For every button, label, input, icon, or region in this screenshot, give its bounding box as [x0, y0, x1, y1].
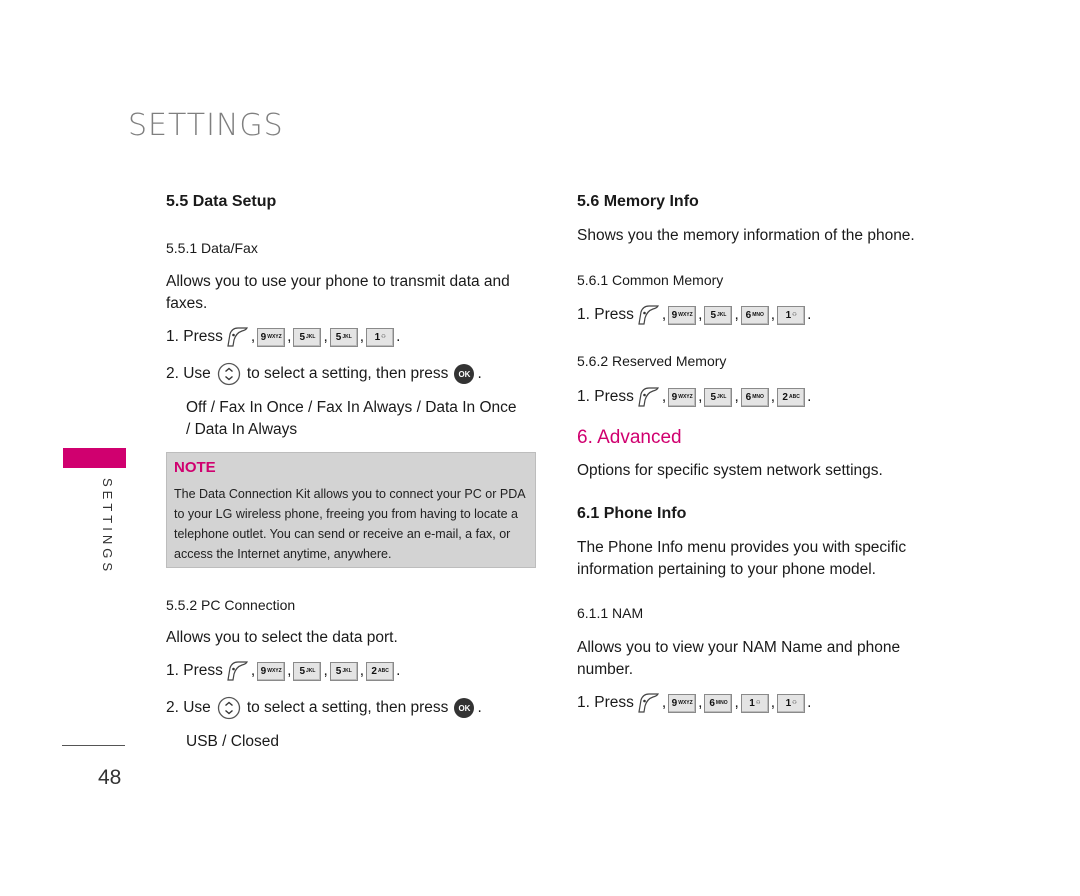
- data-fax-step-2: 2. Use to select a setting, then press O…: [166, 362, 482, 386]
- key-2-icon: 2 ABC: [777, 387, 806, 407]
- note-text: The Data Connection Kit allows you to co…: [174, 487, 525, 561]
- page-number: 48: [98, 766, 122, 789]
- step2-prefix: 2. Use: [166, 699, 211, 716]
- heading-pc-connection: 5.5.2 PC Connection: [166, 597, 296, 613]
- comma: ,: [250, 328, 256, 345]
- section-title: SETTINGS: [128, 108, 284, 143]
- heading-data-fax: 5.5.1 Data/Fax: [166, 240, 258, 256]
- data-fax-options: Off / Fax In Once / Fax In Always / Data…: [186, 397, 546, 441]
- key-5-icon: 5 JKL: [704, 305, 733, 325]
- key-5-icon: 5 JKL: [704, 387, 733, 407]
- note-title: NOTE: [174, 459, 216, 476]
- pc-connection-options: USB / Closed: [186, 733, 280, 750]
- navigation-key-icon: [217, 362, 240, 386]
- key-9-icon: 9 WXYZ: [257, 327, 286, 347]
- comma: ,: [734, 306, 739, 323]
- menu-soft-key-icon: [225, 660, 249, 682]
- pc-connection-step-1: 1. Press, 9 WXYZ, 5 JKL, 5 JKL, 2 ABC .: [166, 660, 400, 682]
- step2-text: to select a setting, then press: [246, 365, 449, 382]
- comma: ,: [661, 306, 667, 323]
- comma: ,: [359, 328, 365, 345]
- heading-reserved-memory: 5.6.2 Reserved Memory: [577, 353, 727, 369]
- side-section-label: SETTINGS: [100, 478, 115, 576]
- key-5-icon: 5 JKL: [293, 327, 322, 347]
- common-memory-step-1: 1. Press, 9 WXYZ, 5 JKL, 6 MNO, 1 ⚇ .: [577, 304, 811, 326]
- key-6-icon: 6 MNO: [740, 305, 769, 325]
- heading-advanced: 6. Advanced: [577, 427, 682, 448]
- period: .: [807, 306, 812, 323]
- key-1-icon: 1 ⚇: [777, 305, 806, 325]
- key-5-icon: 5 JKL: [329, 327, 358, 347]
- phone-info-description: The Phone Info menu provides you with sp…: [577, 539, 907, 578]
- ok-key-icon: OK: [454, 698, 475, 718]
- options-line-2: / Data In Always: [186, 421, 298, 438]
- comma: ,: [359, 662, 365, 679]
- key-2-icon: 2 ABC: [366, 661, 395, 681]
- key-9-icon: 9 WXYZ: [668, 387, 697, 407]
- period: .: [807, 694, 812, 711]
- ok-key-icon: OK: [454, 364, 475, 384]
- advanced-description: Options for specific system network sett…: [577, 462, 883, 479]
- key-6-icon: 6 MNO: [704, 693, 733, 713]
- period: .: [477, 365, 482, 382]
- period: .: [477, 699, 482, 716]
- comma: ,: [287, 328, 292, 345]
- footer-rule: [62, 745, 125, 746]
- key-9-icon: 9 WXYZ: [668, 693, 697, 713]
- key-9-icon: 9 WXYZ: [668, 305, 697, 325]
- comma: ,: [770, 388, 776, 405]
- key-1-icon: 1 ⚇: [740, 693, 769, 713]
- heading-common-memory: 5.6.1 Common Memory: [577, 272, 724, 288]
- step-prefix: 1. Press: [577, 388, 634, 405]
- comma: ,: [698, 388, 703, 405]
- comma: ,: [250, 662, 256, 679]
- comma: ,: [661, 388, 667, 405]
- nam-description: Allows you to view your NAM Name and pho…: [577, 639, 901, 678]
- comma: ,: [661, 694, 667, 711]
- memory-info-description: Shows you the memory information of the …: [577, 227, 915, 244]
- menu-soft-key-icon: [636, 386, 660, 408]
- side-tab-marker: [63, 448, 126, 468]
- comma: ,: [698, 306, 703, 323]
- menu-soft-key-icon: [636, 304, 660, 326]
- step-prefix: 1. Press: [577, 306, 634, 323]
- key-5-icon: 5 JKL: [329, 661, 358, 681]
- nam-step-1: 1. Press, 9 WXYZ, 6 MNO, 1 ⚇, 1 ⚇ .: [577, 692, 811, 714]
- key-1-icon: 1 ⚇: [366, 327, 395, 347]
- reserved-memory-step-1: 1. Press, 9 WXYZ, 5 JKL, 6 MNO, 2 ABC .: [577, 386, 811, 408]
- menu-soft-key-icon: [225, 326, 249, 348]
- step-prefix: 1. Press: [166, 662, 223, 679]
- period: .: [396, 662, 401, 679]
- heading-nam: 6.1.1 NAM: [577, 605, 644, 621]
- options-line-1: Off / Fax In Once / Fax In Always / Data…: [186, 399, 517, 416]
- navigation-key-icon: [217, 696, 240, 720]
- heading-memory-info: 5.6 Memory Info: [577, 193, 699, 210]
- period: .: [396, 328, 401, 345]
- step-prefix: 1. Press: [577, 694, 634, 711]
- menu-soft-key-icon: [636, 692, 660, 714]
- comma: ,: [734, 388, 739, 405]
- heading-phone-info: 6.1 Phone Info: [577, 505, 687, 522]
- step2-text: to select a setting, then press: [246, 699, 449, 716]
- key-1-icon: 1 ⚇: [777, 693, 806, 713]
- pc-connection-description: Allows you to select the data port.: [166, 629, 398, 646]
- comma: ,: [770, 306, 776, 323]
- heading-data-setup: 5.5 Data Setup: [166, 193, 277, 210]
- comma: ,: [323, 662, 328, 679]
- comma: ,: [323, 328, 328, 345]
- step-prefix: 1. Press: [166, 328, 223, 345]
- comma: ,: [770, 694, 776, 711]
- data-fax-step-1: 1. Press, 9 WXYZ, 5 JKL, 5 JKL, 1 ⚇ .: [166, 326, 400, 348]
- key-6-icon: 6 MNO: [740, 387, 769, 407]
- data-fax-description: Allows you to use your phone to transmit…: [166, 273, 510, 312]
- key-9-icon: 9 WXYZ: [257, 661, 286, 681]
- comma: ,: [734, 694, 739, 711]
- comma: ,: [287, 662, 292, 679]
- step2-prefix: 2. Use: [166, 365, 211, 382]
- pc-connection-step-2: 2. Use to select a setting, then press O…: [166, 696, 482, 720]
- comma: ,: [698, 694, 703, 711]
- period: .: [807, 388, 812, 405]
- key-5-icon: 5 JKL: [293, 661, 322, 681]
